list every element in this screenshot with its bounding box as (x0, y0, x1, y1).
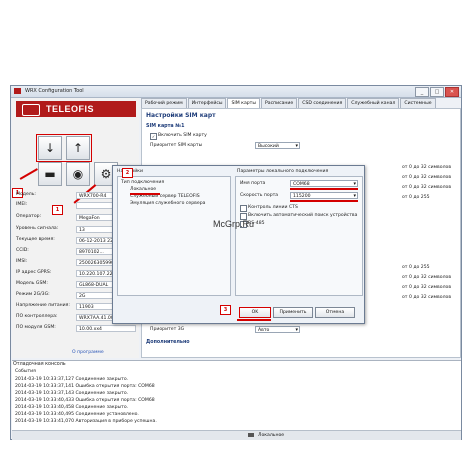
priority-3g-label: Приоритет 3G (150, 327, 185, 332)
cancel-button[interactable]: Отмена (315, 307, 355, 318)
marker-3: 3 (220, 305, 231, 315)
events-label: События (15, 369, 36, 374)
limit-hint-3: от 0 до 32 символов (402, 185, 452, 190)
about-link[interactable]: О программе (72, 350, 104, 355)
highlight-underline-port (290, 188, 358, 190)
tree-item-local[interactable]: Локальное (130, 187, 156, 192)
log-line: 2014-03-19 10:33:37,141 Ошибка открытия … (15, 384, 155, 389)
debug-console: Отладочная консоль События 2014-03-19 10… (12, 360, 461, 431)
log-line: 2014-03-19 10:33:37,143 Соединение закры… (15, 391, 129, 396)
info-label-voltage: Напряжение питания: (16, 303, 70, 308)
limit-hint-7: от 0 до 32 символов (402, 285, 452, 290)
tree-root[interactable]: Тип подключения (121, 180, 164, 185)
local-params-group: Имя порта COM68 Скорость порта 115200 Ко… (235, 176, 363, 296)
folder-button[interactable]: ▬ (38, 162, 62, 186)
connection-type-tree: Тип подключения Локальное Служебный серв… (117, 176, 231, 296)
enable-sim-checkbox[interactable]: ✓ (150, 133, 157, 140)
section-extra: Дополнительно (146, 340, 190, 345)
cts-label: Контроль линии CTS (248, 205, 298, 210)
info-label-imsi: IMSI: (16, 259, 28, 264)
highlight-frame-buttons (36, 134, 92, 162)
marker-2: 2 (122, 168, 133, 178)
tab-interfaces[interactable]: Интерфейсы (187, 98, 227, 108)
sim-priority-label: Приоритет SIM карты (150, 143, 203, 148)
title-bar: WRX Configuration Tool _ □ ✕ (11, 86, 461, 98)
maximize-button[interactable]: □ (430, 87, 444, 97)
connection-icon (248, 433, 254, 437)
tab-bar: Рабочий режим Интерфейсы SIM карты Распи… (141, 98, 461, 108)
connection-status: Локальное (258, 433, 285, 438)
highlight-underline-speed (290, 200, 358, 202)
window-controls: _ □ ✕ (415, 87, 459, 97)
connection-settings-dialog: Настройки Тип подключения Локальное Служ… (112, 165, 365, 324)
logo-mark-icon (22, 104, 40, 116)
limit-hint-6: от 0 до 32 символов (402, 275, 452, 280)
info-label-model: Модель: (16, 192, 36, 197)
info-label-ip: IP адрес GPRS: (16, 270, 52, 275)
info-label-ccid: CCID: (16, 248, 29, 253)
marker-1b: 1 (52, 205, 63, 215)
speed-label: Скорость порта (240, 193, 279, 198)
info-label-mode: Режим 2G/3G: (16, 292, 50, 297)
tab-system[interactable]: Системные (400, 98, 436, 108)
highlight-underline-ok (237, 319, 271, 321)
info-label-gsm-fw: ПО модуля GSM: (16, 325, 56, 330)
info-label-signal: Уровень сигнала: (16, 226, 59, 231)
tab-work-mode[interactable]: Рабочий режим (141, 98, 187, 108)
tree-item-server-emulation[interactable]: Эмуляция служебного сервера (130, 201, 205, 206)
tab-service-channel[interactable]: Служебный канал (347, 98, 400, 108)
log-line: 2014-03-19 10:33:41,070 Авторизация в пр… (15, 419, 157, 424)
cts-checkbox[interactable] (240, 205, 247, 212)
info-label-operator: Оператор: (16, 214, 42, 219)
log-line: 2014-03-19 10:33:40,433 Ошибка открытия … (15, 398, 155, 403)
tab-schedule[interactable]: Расписание (260, 98, 298, 108)
tree-item-teleofis-server[interactable]: Служебный сервер TELEOFIS (130, 194, 200, 199)
port-select[interactable]: COM68 (290, 180, 358, 188)
disk-button[interactable]: ◉ (66, 162, 90, 186)
info-label-controller-fw: ПО контроллера: (16, 314, 58, 319)
highlight-underline-local (130, 193, 160, 195)
info-label-imei: IMEI: (16, 202, 28, 207)
limit-hint-4: от 0 до 255 (402, 195, 430, 200)
limit-hint-5: от 0 до 255 (402, 265, 430, 270)
speed-select[interactable]: 115200 (290, 192, 358, 200)
port-label: Имя порта (240, 181, 266, 186)
log-line: 2014-03-19 10:33:40,495 Соединение устан… (15, 412, 139, 417)
priority-3g-select[interactable]: Авто (255, 326, 300, 334)
log-line: 2014-03-19 10:33:37,127 Соединение закры… (15, 377, 129, 382)
section-sim1: SIM карта №1 (146, 124, 185, 129)
minimize-button[interactable]: _ (415, 87, 429, 97)
window-title: WRX Configuration Tool (25, 88, 84, 94)
sim-priority-select[interactable]: Высокий (255, 142, 300, 150)
console-title: Отладочная консоль (13, 362, 66, 367)
info-label-time: Текущее время: (16, 237, 55, 242)
info-value-gsm-fw: 10.00.xx4 (76, 325, 136, 332)
watermark: McGrp.Ru (213, 219, 255, 229)
enable-sim-label: Включить SIM карту (158, 133, 207, 138)
tab-sim-cards[interactable]: SIM карты (227, 98, 260, 108)
tab-csd[interactable]: CSD соединения (298, 98, 347, 108)
info-label-gsm-model: Модель GSM: (16, 281, 48, 286)
apply-button[interactable]: Применить (273, 307, 313, 318)
limit-hint-8: от 0 до 32 символов (402, 295, 452, 300)
app-icon (14, 88, 21, 94)
panel-title: Настройки SIM карт (146, 112, 216, 119)
log-line: 2014-03-19 10:33:40,458 Соединение закры… (15, 405, 129, 410)
status-bar: Локальное (12, 430, 461, 440)
ok-button[interactable]: OK (239, 307, 271, 318)
limit-hint-1: от 0 до 32 символов (402, 165, 452, 170)
auto-search-label: Включить автоматический поиск устройства (248, 213, 358, 218)
arrow-line-1 (19, 168, 38, 180)
limit-hint-2: от 0 до 32 символов (402, 175, 452, 180)
params-group-label: Параметры локального подключения (237, 169, 329, 174)
close-button[interactable]: ✕ (445, 87, 459, 97)
